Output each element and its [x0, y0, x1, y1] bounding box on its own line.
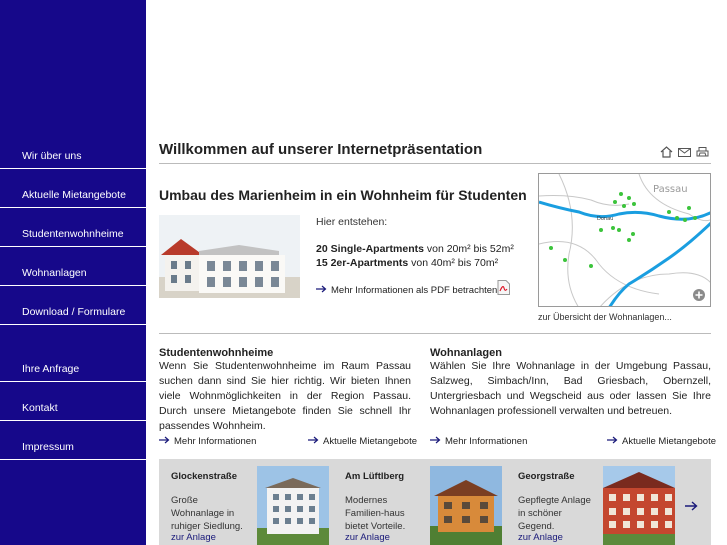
arrow-right-icon: [607, 436, 618, 447]
apartment-count: 15 2er-Apartments: [316, 257, 409, 269]
nav-item-label: Wir über uns: [22, 150, 82, 162]
card-photo[interactable]: [257, 466, 329, 545]
arrow-right-icon: [159, 436, 170, 447]
residences-offers-link[interactable]: Aktuelle Mietangebote: [607, 436, 716, 447]
pdf-link[interactable]: Mehr Informationen als PDF betrachten: [316, 285, 497, 296]
home-icon[interactable]: [660, 145, 673, 158]
nav-item-offers[interactable]: Aktuelle Mietangebote: [0, 184, 146, 208]
map-city-label: Passau: [653, 184, 688, 195]
link-label: Aktuelle Mietangebote: [622, 436, 717, 447]
residences-title: Wohnanlagen: [430, 347, 502, 359]
next-arrow-icon[interactable]: [685, 498, 698, 516]
link-label: Mehr Informationen: [445, 436, 528, 447]
section-divider: [159, 333, 711, 334]
nav-item-residences[interactable]: Wohnanlagen: [0, 262, 146, 286]
nav-item-inquiry[interactable]: Ihre Anfrage: [0, 358, 146, 382]
nav-item-contact[interactable]: Kontakt: [0, 397, 146, 421]
card-photo[interactable]: [430, 466, 502, 545]
residences-text: Wählen Sie Ihre Wohnanlage in der Umgebu…: [430, 360, 711, 417]
header-divider: [159, 163, 711, 164]
card-link[interactable]: zur Anlage: [518, 532, 563, 543]
residences-more-link[interactable]: Mehr Informationen: [430, 436, 527, 447]
nav-item-imprint[interactable]: Impressum: [0, 436, 146, 460]
arrow-right-icon: [316, 285, 327, 296]
sidebar-nav: Wir über uns Aktuelle Mietangebote Stude…: [0, 0, 146, 545]
top-icons: [660, 145, 709, 158]
map-overview-link[interactable]: zur Übersicht der Wohnanlagen...: [538, 312, 672, 322]
region-map[interactable]: Passau Donau: [538, 173, 711, 307]
student-housing-title: Studentenwohnheime: [159, 347, 274, 359]
nav-item-label: Impressum: [22, 441, 74, 453]
apartment-line-single: 20 Single-Apartments von 20m² bis 52m²: [316, 243, 514, 255]
pdf-link-label: Mehr Informationen als PDF betrachten: [331, 285, 498, 296]
page-title: Willkommen auf unserer Internetpräsentat…: [159, 141, 483, 158]
arrow-right-icon: [430, 436, 441, 447]
apartment-count: 20 Single-Apartments: [316, 243, 424, 255]
apartment-size: von 40m² bis 70m²: [408, 257, 499, 269]
nav-item-label: Kontakt: [22, 402, 58, 414]
feature-building-photo: [159, 215, 300, 298]
card-link[interactable]: zur Anlage: [345, 532, 390, 543]
card-description: Modernes Familien-haus bietet Vorteile.: [345, 495, 406, 532]
print-icon[interactable]: [696, 145, 709, 157]
link-label: Mehr Informationen: [174, 436, 257, 447]
nav-item-student-housing[interactable]: Studentenwohnheime: [0, 223, 146, 247]
card-title: Georgstraße: [518, 471, 575, 482]
apartment-size: von 20m² bis 52m²: [423, 243, 514, 255]
nav-item-about[interactable]: Wir über uns: [0, 145, 146, 169]
nav-item-label: Studentenwohnheime: [22, 228, 124, 240]
card-title: Am Lüftlberg: [345, 471, 405, 482]
card-description: Gepflegte Anlage in schöner Gegend.: [518, 495, 591, 532]
link-label: Aktuelle Mietangebote: [323, 436, 418, 447]
nav-item-label: Aktuelle Mietangebote: [22, 189, 126, 201]
card-description: Große Wohnanlage in ruhiger Siedlung.: [171, 495, 243, 532]
pdf-file-icon[interactable]: [497, 280, 510, 300]
card-photo[interactable]: [603, 466, 675, 545]
feature-intro: Hier entstehen:: [316, 216, 388, 228]
student-housing-more-link[interactable]: Mehr Informationen: [159, 436, 256, 447]
nav-item-label: Download / Formulare: [22, 306, 126, 318]
map-river-label: Donau: [597, 216, 613, 222]
card-link[interactable]: zur Anlage: [171, 532, 216, 543]
mail-icon[interactable]: [678, 145, 691, 157]
card-title: Glockenstraße: [171, 471, 237, 482]
student-housing-offers-link[interactable]: Aktuelle Mietangebote: [308, 436, 417, 447]
apartment-line-double: 15 2er-Apartments von 40m² bis 70m²: [316, 257, 498, 269]
feature-title: Umbau des Marienheim in ein Wohnheim für…: [159, 187, 527, 203]
nav-item-downloads[interactable]: Download / Formulare: [0, 301, 146, 325]
nav-item-label: Wohnanlagen: [22, 267, 87, 279]
arrow-right-icon: [308, 436, 319, 447]
student-housing-text: Wenn Sie Studentenwohnheime im Raum Pass…: [159, 360, 411, 432]
nav-item-label: Ihre Anfrage: [22, 363, 80, 375]
